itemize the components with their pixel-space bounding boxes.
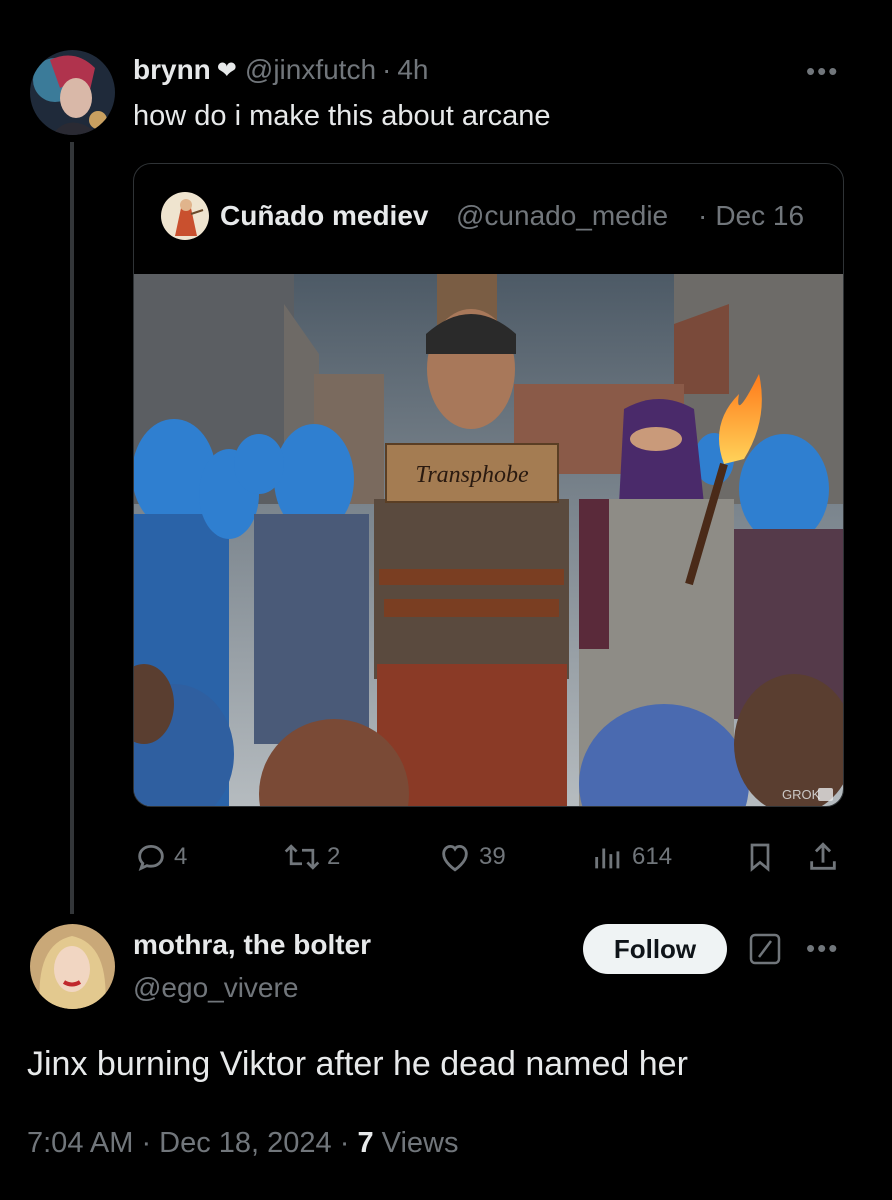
repost-icon — [284, 844, 320, 870]
like-count: 39 — [479, 843, 506, 870]
reply-views-label: Views — [381, 1127, 459, 1159]
grok-icon[interactable] — [749, 933, 781, 965]
reply-meta-row: 7:04 AM · Dec 18, 2024 · 7 Views — [27, 1127, 459, 1160]
thread-connector-line — [70, 142, 74, 914]
tweet-author-row: brynn ❤ @jinxfutch · 4h — [133, 54, 429, 86]
quoted-media-image[interactable]: Transphobe GROK — [134, 274, 843, 806]
avatar[interactable] — [30, 50, 115, 135]
reply-icon — [138, 844, 164, 871]
share-button[interactable] — [806, 840, 846, 874]
quoted-tweet-header: Cuñado mediev @cunado_medie · Dec 16 — [161, 192, 804, 240]
quoted-display-name: Cuñado mediev — [220, 200, 429, 231]
quoted-avatar — [161, 192, 209, 240]
reply-author-display-name[interactable]: mothra, the bolter — [133, 929, 371, 961]
bookmark-button[interactable] — [744, 840, 782, 874]
follow-button[interactable]: Follow — [583, 924, 727, 974]
reply-text: Jinx burning Viktor after he dead named … — [27, 1045, 688, 1083]
views-button[interactable]: 614 — [590, 840, 672, 874]
like-button[interactable]: 39 — [437, 840, 506, 874]
reply-views-count: 7 — [357, 1127, 374, 1159]
views-chart-icon — [595, 848, 620, 869]
quoted-tweet-card[interactable]: Cuñado mediev @cunado_medie · Dec 16 Tra… — [133, 163, 844, 807]
tweet-action-bar: 4 2 39 614 — [0, 840, 892, 876]
separator-dot: · — [382, 54, 392, 85]
reply-button[interactable]: 4 — [134, 840, 187, 874]
author-handle[interactable]: @jinxfutch — [245, 54, 376, 86]
author-display-name[interactable]: brynn — [133, 54, 211, 86]
heart-icon — [442, 844, 468, 872]
heart-icon: ❤ — [216, 56, 237, 84]
reply-timestamp[interactable]: 7:04 AM · Dec 18, 2024 · — [27, 1127, 349, 1159]
reply-count: 4 — [174, 843, 188, 870]
quoted-handle: @cunado_medie — [456, 200, 669, 231]
more-options-icon[interactable]: ••• — [806, 56, 839, 87]
grok-watermark: GROK — [782, 787, 821, 802]
separator-dot: · — [698, 200, 708, 231]
repost-button[interactable]: 2 — [283, 840, 340, 874]
reply-avatar[interactable] — [30, 924, 115, 1009]
repost-count: 2 — [327, 843, 341, 870]
tweet-time[interactable]: 4h — [397, 54, 428, 86]
quoted-date: Dec 16 — [715, 200, 805, 231]
views-count: 614 — [632, 843, 673, 870]
sign-text: Transphobe — [415, 462, 529, 488]
share-icon — [810, 842, 836, 870]
reply-author-handle[interactable]: @ego_vivere — [133, 972, 298, 1004]
bookmark-icon — [750, 843, 770, 872]
tweet-text: how do i make this about arcane — [133, 100, 551, 132]
reply-more-options-icon[interactable]: ••• — [806, 933, 839, 964]
